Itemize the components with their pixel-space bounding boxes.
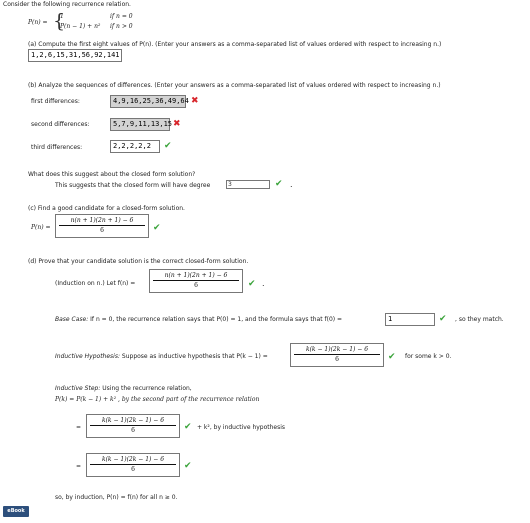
- base-case-field[interactable]: 1: [385, 313, 435, 326]
- correct-icon: ✔: [184, 422, 192, 432]
- part-c-prompt: (c) Find a good candidate for a closed-f…: [28, 205, 185, 212]
- base-case-end: , so they match.: [455, 316, 504, 323]
- first-differences-field[interactable]: 4,9,16,25,36,49,64: [110, 95, 189, 108]
- closed-form-numerator: n(n + 1)(2n + 1) − 6: [59, 217, 145, 226]
- suggest-question: What does this suggest about the closed …: [28, 171, 196, 178]
- step-eq2-denominator: 6: [131, 466, 135, 473]
- correct-icon: ✔: [439, 314, 447, 324]
- recurrence-case1: 1: [60, 13, 64, 20]
- base-case-label: Base Case:: [55, 316, 89, 323]
- base-case-text: If n = 0, the recurrence relation says t…: [90, 316, 343, 323]
- first-differences-label: first differences:: [31, 98, 80, 105]
- conclusion: so, by induction, P(n) = f(n) for all n …: [55, 494, 178, 501]
- correct-icon: ✔: [388, 352, 396, 362]
- second-differences-label: second differences:: [31, 121, 90, 128]
- correct-icon: ✔: [184, 461, 192, 471]
- base-case: Base Case: If n = 0, the recurrence rela…: [55, 316, 342, 323]
- degree-field[interactable]: 3: [226, 180, 270, 189]
- step-text: Using the recurrence relation,: [102, 385, 192, 392]
- period: .: [290, 180, 293, 189]
- hypothesis: Inductive Hypothesis: Suppose as inducti…: [55, 353, 268, 360]
- recurrence-case2: P(n − 1) + n²: [60, 23, 101, 30]
- closed-form-field[interactable]: n(n + 1)(2n + 1) − 6 6: [55, 214, 149, 238]
- correct-icon: ✔: [248, 279, 256, 289]
- correct-icon: ✔: [164, 141, 172, 151]
- equals-sign-2: =: [76, 463, 82, 470]
- induction-text: (Induction on n.) Let f(n) =: [55, 280, 136, 287]
- step-eq1-after: + k², by inductive hypothesis: [197, 424, 286, 431]
- step-line: P(k) = P(k − 1) + k² , by the second par…: [55, 396, 260, 403]
- recurrence-lhs: P(n) =: [28, 19, 48, 26]
- step-eq1-numerator: k(k − 1)(2k − 1) − 6: [90, 417, 176, 426]
- recurrence-case1-cond: if n = 0: [110, 13, 133, 20]
- third-differences-field[interactable]: 2,2,2,2,2: [110, 140, 160, 153]
- recurrence-case2-cond: if n > 0: [110, 23, 133, 30]
- hypothesis-denominator: 6: [335, 356, 339, 363]
- correct-icon: ✔: [153, 223, 161, 233]
- hypothesis-text: Suppose as inductive hypothesis that P(k…: [121, 353, 268, 360]
- hypothesis-end: for some k > 0.: [405, 353, 452, 360]
- hypothesis-field[interactable]: k(k − 1)(2k − 1) − 6 6: [290, 343, 384, 367]
- period: .: [262, 279, 265, 288]
- step: Inductive Step: Using the recurrence rel…: [55, 385, 192, 392]
- part-a-answer-field[interactable]: 1,2,6,15,31,56,92,141: [28, 49, 122, 62]
- incorrect-icon: ✖: [191, 96, 199, 106]
- intro-text: Consider the following recurrence relati…: [3, 1, 131, 8]
- step-eq1-denominator: 6: [131, 427, 135, 434]
- hypothesis-label: Inductive Hypothesis:: [55, 353, 120, 360]
- second-differences-field[interactable]: 5,7,9,11,13,15: [110, 118, 172, 131]
- part-c-lhs: P(n) =: [31, 224, 51, 231]
- correct-icon: ✔: [275, 179, 283, 189]
- f-definition-numerator: n(n + 1)(2n + 1) − 6: [153, 272, 239, 281]
- step-label: Inductive Step:: [55, 385, 101, 392]
- part-d-prompt: (d) Prove that your candidate solution i…: [28, 258, 249, 265]
- f-definition-field[interactable]: n(n + 1)(2n + 1) − 6 6: [149, 269, 243, 293]
- closed-form-denominator: 6: [100, 227, 104, 234]
- part-b-prompt: (b) Analyze the sequences of differences…: [28, 82, 441, 89]
- step-eq2-numerator: k(k − 1)(2k − 1) − 6: [90, 456, 176, 465]
- step-eq1-field[interactable]: k(k − 1)(2k − 1) − 6 6: [86, 414, 180, 438]
- ebook-button[interactable]: eBook: [3, 506, 29, 517]
- equals-sign-1: =: [76, 424, 82, 431]
- part-a-prompt: (a) Compute the first eight values of P(…: [28, 41, 442, 48]
- third-differences-label: third differences:: [31, 144, 83, 151]
- hypothesis-numerator: k(k − 1)(2k − 1) − 6: [294, 346, 380, 355]
- incorrect-icon: ✖: [173, 119, 181, 129]
- suggest-text: This suggests that the closed form will …: [55, 182, 211, 189]
- f-definition-denominator: 6: [194, 282, 198, 289]
- step-eq2-field[interactable]: k(k − 1)(2k − 1) − 6 6: [86, 453, 180, 477]
